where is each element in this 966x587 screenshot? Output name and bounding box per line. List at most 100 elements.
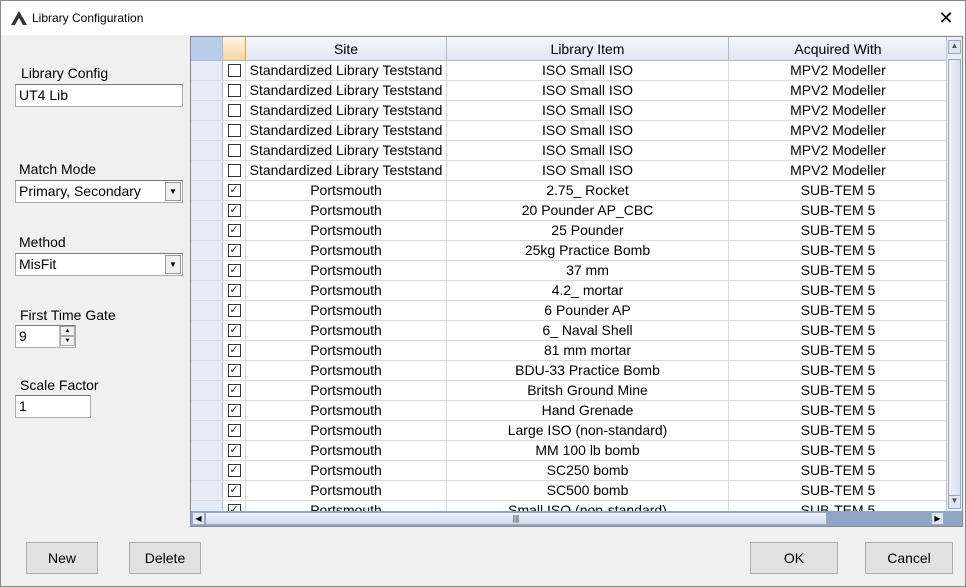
vertical-scroll-thumb[interactable] bbox=[948, 59, 961, 497]
scroll-down-icon[interactable]: ▼ bbox=[948, 495, 961, 509]
column-header-acquired-with[interactable]: Acquired With bbox=[729, 37, 948, 60]
table-row[interactable]: ✓ Portsmouth BDU-33 Practice Bomb SUB-TEM 5 bbox=[191, 361, 948, 381]
row-checkbox-cell[interactable]: ✓ bbox=[223, 401, 246, 420]
checkbox-unchecked[interactable] bbox=[227, 84, 241, 97]
row-checkbox-cell[interactable] bbox=[223, 81, 246, 100]
checkbox-checked[interactable]: ✓ bbox=[227, 204, 241, 217]
row-header[interactable] bbox=[191, 421, 223, 440]
row-header[interactable] bbox=[191, 221, 223, 240]
column-header-library-item[interactable]: Library Item bbox=[447, 37, 729, 60]
checkbox-checked[interactable]: ✓ bbox=[227, 244, 241, 257]
library-config-input[interactable]: UT4 Lib bbox=[15, 84, 183, 107]
table-row[interactable]: ✓ Portsmouth 4.2_ mortar SUB-TEM 5 bbox=[191, 281, 948, 301]
horizontal-scrollbar[interactable]: ◀ ||| ▶ bbox=[191, 511, 962, 526]
table-row[interactable]: ✓ Portsmouth SC250 bomb SUB-TEM 5 bbox=[191, 461, 948, 481]
row-header[interactable] bbox=[191, 381, 223, 400]
checkbox-unchecked[interactable] bbox=[227, 164, 241, 177]
row-header[interactable] bbox=[191, 101, 223, 120]
row-checkbox-cell[interactable]: ✓ bbox=[223, 221, 246, 240]
table-row[interactable]: ✓ Portsmouth 37 mm SUB-TEM 5 bbox=[191, 261, 948, 281]
first-time-gate-stepper[interactable]: 9 ▲ ▼ bbox=[15, 325, 76, 348]
ok-button[interactable]: OK bbox=[750, 542, 838, 574]
row-header[interactable] bbox=[191, 241, 223, 260]
horizontal-scroll-thumb[interactable]: ||| bbox=[205, 512, 827, 525]
row-checkbox-cell[interactable]: ✓ bbox=[223, 281, 246, 300]
row-checkbox-cell[interactable]: ✓ bbox=[223, 361, 246, 380]
row-header[interactable] bbox=[191, 201, 223, 220]
row-header[interactable] bbox=[191, 81, 223, 100]
row-header[interactable] bbox=[191, 141, 223, 160]
row-header[interactable] bbox=[191, 61, 223, 80]
table-row[interactable]: ✓ Portsmouth Hand Grenade SUB-TEM 5 bbox=[191, 401, 948, 421]
table-row[interactable]: Standardized Library Teststand ISO Small … bbox=[191, 61, 948, 81]
row-header[interactable] bbox=[191, 461, 223, 480]
checkbox-checked[interactable]: ✓ bbox=[227, 284, 241, 297]
checkbox-checked[interactable]: ✓ bbox=[227, 464, 241, 477]
row-header[interactable] bbox=[191, 361, 223, 380]
row-header[interactable] bbox=[191, 121, 223, 140]
row-checkbox-cell[interactable]: ✓ bbox=[223, 321, 246, 340]
chevron-down-icon[interactable]: ▼ bbox=[165, 255, 181, 274]
row-checkbox-cell[interactable]: ✓ bbox=[223, 381, 246, 400]
table-row[interactable]: ✓ Portsmouth 6_ Naval Shell SUB-TEM 5 bbox=[191, 321, 948, 341]
row-checkbox-cell[interactable]: ✓ bbox=[223, 201, 246, 220]
checkbox-unchecked[interactable] bbox=[227, 64, 241, 77]
table-row[interactable]: ✓ Portsmouth 81 mm mortar SUB-TEM 5 bbox=[191, 341, 948, 361]
spin-down-icon[interactable]: ▼ bbox=[60, 336, 75, 346]
checkbox-checked[interactable]: ✓ bbox=[227, 344, 241, 357]
table-row[interactable]: Standardized Library Teststand ISO Small … bbox=[191, 81, 948, 101]
row-checkbox-cell[interactable]: ✓ bbox=[223, 241, 246, 260]
row-header[interactable] bbox=[191, 401, 223, 420]
row-header[interactable] bbox=[191, 441, 223, 460]
row-checkbox-cell[interactable]: ✓ bbox=[223, 481, 246, 500]
vertical-scrollbar[interactable]: ▲ ▼ bbox=[946, 37, 962, 512]
row-header[interactable] bbox=[191, 301, 223, 320]
table-row[interactable]: ✓ Portsmouth SC500 bomb SUB-TEM 5 bbox=[191, 481, 948, 501]
table-row[interactable]: ✓ Portsmouth 6 Pounder AP SUB-TEM 5 bbox=[191, 301, 948, 321]
checkbox-checked[interactable]: ✓ bbox=[227, 324, 241, 337]
row-checkbox-cell[interactable]: ✓ bbox=[223, 261, 246, 280]
checkbox-unchecked[interactable] bbox=[227, 144, 241, 157]
checkbox-checked[interactable]: ✓ bbox=[227, 384, 241, 397]
table-row[interactable]: Standardized Library Teststand ISO Small … bbox=[191, 161, 948, 181]
row-checkbox-cell[interactable] bbox=[223, 61, 246, 80]
table-row[interactable]: ✓ Portsmouth 25 Pounder SUB-TEM 5 bbox=[191, 221, 948, 241]
scroll-left-icon[interactable]: ◀ bbox=[192, 512, 205, 525]
new-button[interactable]: New bbox=[26, 542, 98, 574]
row-header[interactable] bbox=[191, 261, 223, 280]
row-checkbox-cell[interactable]: ✓ bbox=[223, 341, 246, 360]
row-checkbox-cell[interactable] bbox=[223, 101, 246, 120]
checkbox-checked[interactable]: ✓ bbox=[227, 484, 241, 497]
chevron-down-icon[interactable]: ▼ bbox=[165, 182, 181, 201]
row-checkbox-cell[interactable] bbox=[223, 121, 246, 140]
checkbox-unchecked[interactable] bbox=[227, 104, 241, 117]
checkbox-unchecked[interactable] bbox=[227, 124, 241, 137]
match-mode-select[interactable]: Primary, Secondary ▼ bbox=[15, 180, 183, 203]
close-icon[interactable]: ✕ bbox=[935, 7, 957, 29]
row-header[interactable] bbox=[191, 481, 223, 500]
select-all-corner[interactable] bbox=[191, 37, 223, 60]
row-checkbox-cell[interactable]: ✓ bbox=[223, 441, 246, 460]
table-row[interactable]: ✓ Portsmouth 2.75_ Rocket SUB-TEM 5 bbox=[191, 181, 948, 201]
spin-up-icon[interactable]: ▲ bbox=[60, 326, 75, 336]
table-row[interactable]: ✓ Portsmouth 20 Pounder AP_CBC SUB-TEM 5 bbox=[191, 201, 948, 221]
checkbox-checked[interactable]: ✓ bbox=[227, 404, 241, 417]
table-row[interactable]: Standardized Library Teststand ISO Small … bbox=[191, 121, 948, 141]
table-row[interactable]: ✓ Portsmouth 25kg Practice Bomb SUB-TEM 5 bbox=[191, 241, 948, 261]
row-checkbox-cell[interactable]: ✓ bbox=[223, 461, 246, 480]
row-checkbox-cell[interactable] bbox=[223, 141, 246, 160]
table-row[interactable]: Standardized Library Teststand ISO Small … bbox=[191, 141, 948, 161]
checkbox-checked[interactable]: ✓ bbox=[227, 264, 241, 277]
delete-button[interactable]: Delete bbox=[129, 542, 201, 574]
row-checkbox-cell[interactable]: ✓ bbox=[223, 181, 246, 200]
row-header[interactable] bbox=[191, 321, 223, 340]
scroll-up-icon[interactable]: ▲ bbox=[948, 40, 961, 54]
row-checkbox-cell[interactable]: ✓ bbox=[223, 301, 246, 320]
row-header[interactable] bbox=[191, 281, 223, 300]
checkbox-column-header[interactable] bbox=[223, 37, 246, 60]
checkbox-checked[interactable]: ✓ bbox=[227, 364, 241, 377]
table-row[interactable]: ✓ Portsmouth MM 100 lb bomb SUB-TEM 5 bbox=[191, 441, 948, 461]
column-header-site[interactable]: Site bbox=[246, 37, 447, 60]
row-header[interactable] bbox=[191, 161, 223, 180]
table-row[interactable]: ✓ Portsmouth Large ISO (non-standard) SUB-T… bbox=[191, 421, 948, 441]
